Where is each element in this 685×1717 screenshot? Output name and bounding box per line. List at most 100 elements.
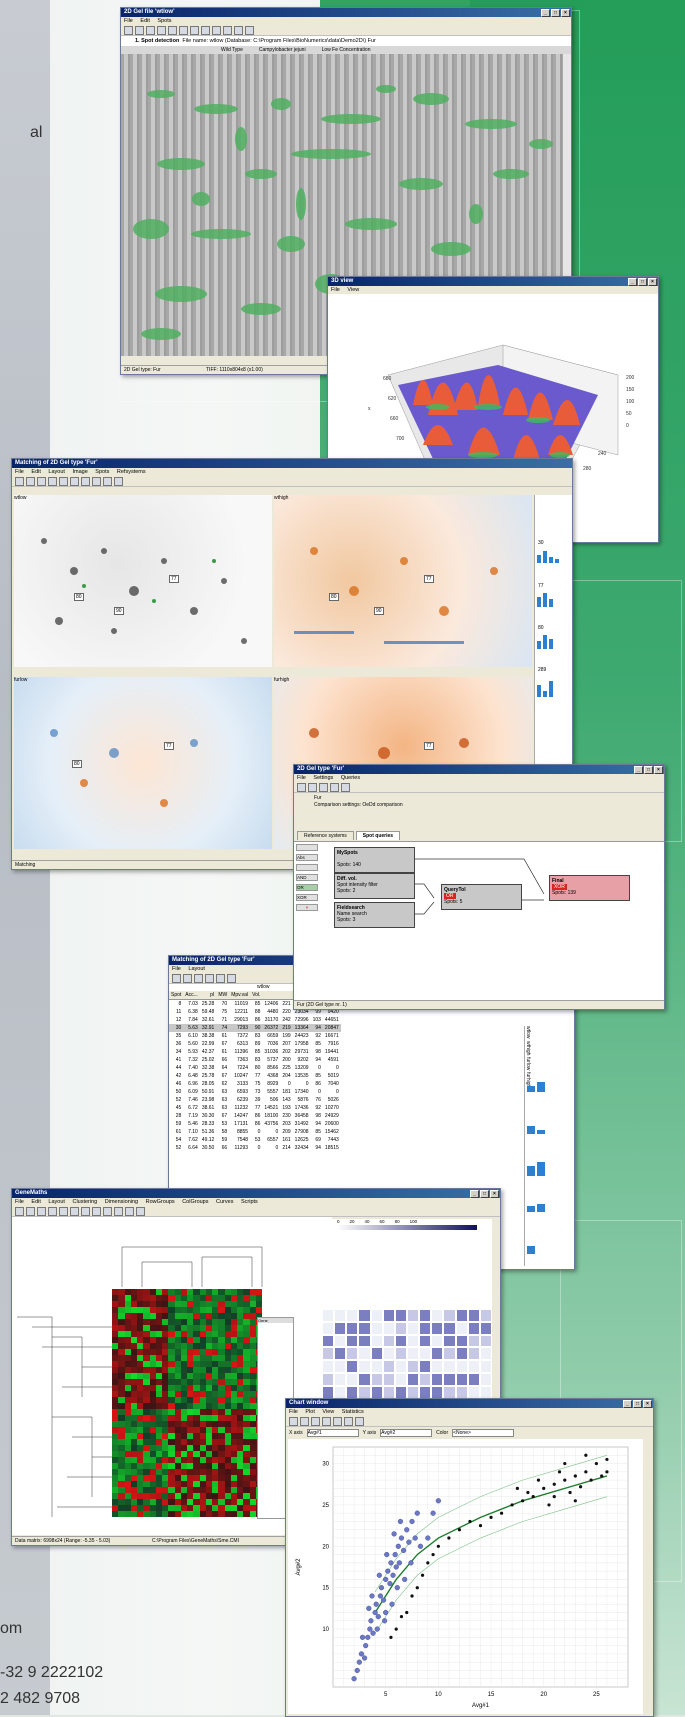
query-box-final[interactable]: Final XOR Spots: 139 xyxy=(549,875,630,901)
menu-file[interactable]: File xyxy=(297,775,306,781)
search-icon[interactable] xyxy=(223,25,232,35)
edit-icon[interactable] xyxy=(157,25,166,35)
column-header[interactable]: Vol. xyxy=(250,991,262,1000)
print-icon[interactable] xyxy=(37,1206,46,1216)
table-row[interactable]: 59 5.46 28.33 53 17131 86 43756 203 31492 94 20600 xyxy=(169,1120,341,1128)
sort-icon[interactable] xyxy=(216,973,225,983)
layout-icon[interactable] xyxy=(341,782,350,792)
zoom-out-icon[interactable] xyxy=(190,25,199,35)
regression-icon[interactable] xyxy=(333,1416,342,1426)
tab-campylobacter[interactable]: Campylobacter jejuni xyxy=(259,46,306,54)
menu-file[interactable]: File xyxy=(15,469,24,475)
zoom-icon[interactable] xyxy=(344,1416,353,1426)
query-box-querytol[interactable]: QueryTol OR Spots: 5 xyxy=(441,884,522,910)
chart-titlebar[interactable]: Chart window _ □ × xyxy=(286,1399,653,1408)
edit-icon[interactable] xyxy=(308,782,317,792)
column-header[interactable]: pI xyxy=(200,991,217,1000)
query-box-diff-vol[interactable]: Diff. vol. Spot intensity filter Spots: … xyxy=(334,873,415,899)
zoom-icon[interactable] xyxy=(92,476,101,486)
settings-icon[interactable] xyxy=(245,25,254,35)
menu-scripts[interactable]: Scripts xyxy=(241,1199,258,1205)
info-icon[interactable] xyxy=(70,476,79,486)
open-icon[interactable] xyxy=(26,476,35,486)
column-header[interactable] xyxy=(280,991,292,1000)
menu-settings[interactable]: Settings xyxy=(313,775,333,781)
query-box-myspots[interactable]: MySpots Spots: 140 xyxy=(334,847,415,873)
close-icon[interactable] xyxy=(48,1206,57,1216)
chart-icon[interactable] xyxy=(59,476,68,486)
menu-layout[interactable]: Layout xyxy=(48,469,65,475)
menu-clustering[interactable]: Clustering xyxy=(72,1199,97,1205)
menu-view[interactable]: View xyxy=(322,1409,334,1415)
close-button[interactable]: × xyxy=(490,1190,499,1198)
zoom-in-icon[interactable] xyxy=(179,25,188,35)
table-row[interactable]: 54 7.62 49.12 59 7548 53 6557 161 12625 69 7443 xyxy=(169,1136,341,1144)
table-row[interactable]: 52 7.46 23.98 63 6239 39 506 143 5876 76 5026 xyxy=(169,1096,341,1104)
query-canvas[interactable]: Abs AND OR XOR × MySpots Spots: 140 Diff… xyxy=(294,841,664,1002)
gel-window-titlebar[interactable]: 2D Gel file 'wtlow' _ □ × xyxy=(121,8,571,17)
menu-colgroups[interactable]: ColGroups xyxy=(182,1199,208,1205)
grid-icon[interactable] xyxy=(330,782,339,792)
close-button[interactable]: × xyxy=(648,278,657,286)
column-header[interactable]: Acc... xyxy=(183,991,200,1000)
menu-file[interactable]: File xyxy=(15,1199,24,1205)
tab-spot-queries[interactable]: Spot queries xyxy=(355,831,401,840)
table-row[interactable]: 30 5.63 32.91 74 7293 90 26372 219 13364 94 20847 xyxy=(169,1024,341,1032)
minimize-button[interactable]: _ xyxy=(541,9,550,17)
menu-spots[interactable]: Spots xyxy=(95,469,109,475)
minimize-button[interactable]: _ xyxy=(628,278,637,286)
menu-edit[interactable]: Edit xyxy=(140,18,149,24)
gel-panel-wtlow[interactable]: wtlow 77 80 90 xyxy=(14,495,272,667)
column-header[interactable]: MW xyxy=(216,991,229,1000)
grid-icon[interactable] xyxy=(146,25,155,35)
genemaths-titlebar[interactable]: GeneMaths _ □ × xyxy=(12,1189,500,1198)
column-header[interactable]: Mpv.val xyxy=(229,991,250,1000)
close-button[interactable]: × xyxy=(643,1400,652,1408)
table-row[interactable]: 36 5.60 22.99 67 6313 89 7036 207 17958 85 7916 xyxy=(169,1040,341,1048)
table-row[interactable]: 46 6.96 28.05 62 3133 75 8929 0 0 86 7040 xyxy=(169,1080,341,1088)
scatter-icon[interactable] xyxy=(322,1416,331,1426)
y-axis-select[interactable]: Avg#2 xyxy=(380,1428,433,1437)
gel-panel-furlow[interactable]: furlow 77 80 xyxy=(14,677,272,849)
maximize-button[interactable]: □ xyxy=(480,1190,489,1198)
copy-icon[interactable] xyxy=(135,25,144,35)
hand-icon[interactable] xyxy=(81,476,90,486)
scatter-plot[interactable]: 5 10 15 20 25 10 15 20 25 30 Avg#1 Avg#2 xyxy=(288,1439,643,1714)
settings-icon[interactable] xyxy=(136,1206,145,1216)
menu-queries[interactable]: Queries xyxy=(341,775,360,781)
menu-refsystems[interactable]: Refsystems xyxy=(117,469,146,475)
close-button[interactable]: × xyxy=(561,9,570,17)
menu-file[interactable]: File xyxy=(289,1409,298,1415)
zoom-in-icon[interactable] xyxy=(59,1206,68,1216)
menu-plot[interactable]: Plot xyxy=(305,1409,314,1415)
grid-icon[interactable] xyxy=(194,973,203,983)
query-box-fieldsearch[interactable]: Fieldsearch Name search Spots: 3 xyxy=(334,902,415,928)
save-icon[interactable] xyxy=(15,476,24,486)
gel-panel-wthigh[interactable]: wthigh 77 80 90 xyxy=(274,495,532,667)
spot-label[interactable]: 80 xyxy=(74,593,84,601)
info-icon[interactable] xyxy=(168,25,177,35)
open-icon[interactable] xyxy=(183,973,192,983)
spot-label[interactable]: 80 xyxy=(72,760,82,768)
x-axis-select[interactable]: Avg#1 xyxy=(306,1428,359,1437)
open-icon[interactable] xyxy=(26,1206,35,1216)
axis-icon[interactable] xyxy=(289,1416,298,1426)
menu-file[interactable]: File xyxy=(172,966,181,972)
back-icon[interactable] xyxy=(201,25,210,35)
chart-icon[interactable] xyxy=(205,973,214,983)
menu-layout[interactable]: Layout xyxy=(48,1199,65,1205)
save-icon[interactable] xyxy=(124,25,133,35)
tab-reference-systems[interactable]: Reference systems xyxy=(297,831,354,840)
table-row[interactable]: 61 7.10 51.36 58 8855 0 0 209 27908 85 15462 xyxy=(169,1128,341,1136)
spot-label[interactable]: 77 xyxy=(164,742,174,750)
chart-icon[interactable] xyxy=(300,1416,309,1426)
minimize-button[interactable]: _ xyxy=(634,766,643,774)
minimize-button[interactable]: _ xyxy=(623,1400,632,1408)
expression-heatmap[interactable] xyxy=(112,1289,262,1517)
table-row[interactable]: 52 6.64 30.50 66 11293 0 0 214 32434 94 18515 xyxy=(169,1144,341,1152)
cluster-icon[interactable] xyxy=(103,1206,112,1216)
bar-chart-icon[interactable] xyxy=(311,1416,320,1426)
menu-rowgroups[interactable]: RowGroups xyxy=(146,1199,175,1205)
spot-label[interactable]: 77 xyxy=(424,575,434,583)
copy-icon[interactable] xyxy=(319,782,328,792)
